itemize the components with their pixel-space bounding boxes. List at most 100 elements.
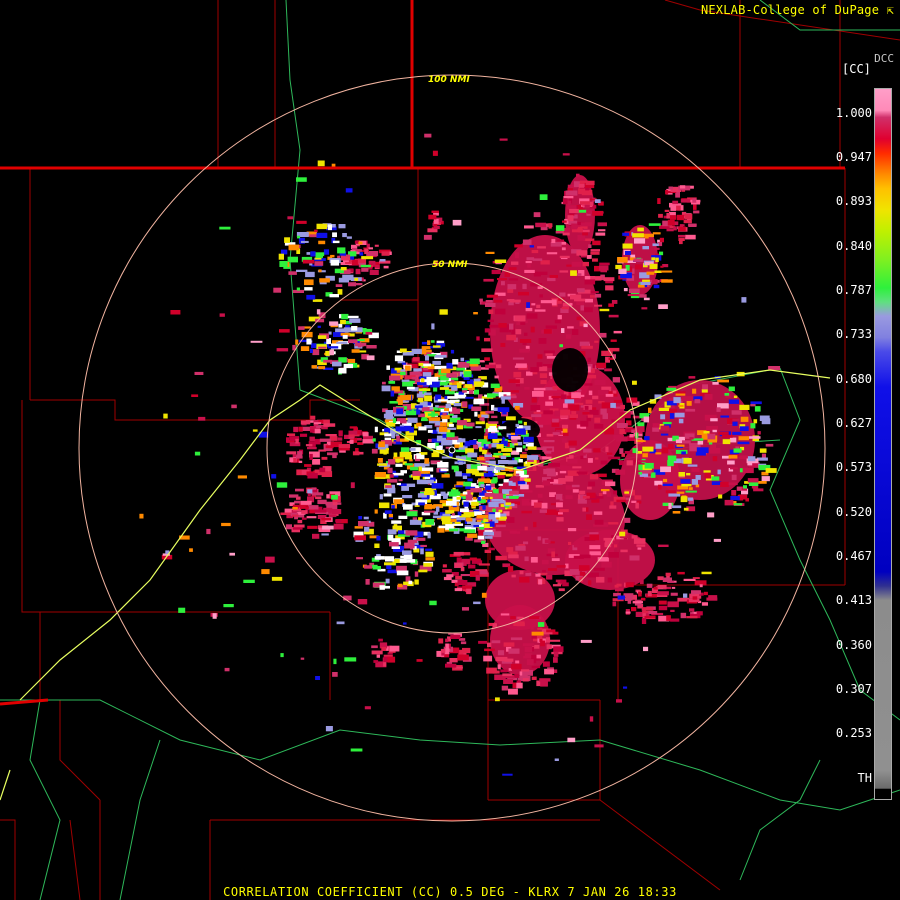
echo-cell xyxy=(421,417,427,421)
echo-cell xyxy=(332,240,340,244)
echo-cell xyxy=(584,307,593,313)
echo-cell xyxy=(515,329,522,335)
echo-cell xyxy=(354,535,366,541)
echo-cell xyxy=(509,323,514,330)
echo-cell xyxy=(323,423,336,427)
echo-cell xyxy=(388,380,396,384)
echo-cell xyxy=(588,390,593,396)
echo-cell xyxy=(615,588,624,592)
echo-cell xyxy=(337,437,343,441)
echo-cell xyxy=(553,652,559,657)
echo-cell xyxy=(526,659,534,665)
echo-cell xyxy=(559,470,567,474)
echo-cell xyxy=(328,514,337,518)
echo-cell xyxy=(632,233,644,238)
echo-cell xyxy=(559,292,566,297)
echo-cell xyxy=(495,697,500,702)
echo-cell xyxy=(633,258,643,262)
echo-cell xyxy=(660,425,670,431)
echo-cell xyxy=(704,472,712,479)
echo-cell xyxy=(631,535,638,539)
echo-cell xyxy=(338,224,346,229)
radar-map[interactable]: 100 NMI 50 NMI xyxy=(0,0,900,900)
echo-cell xyxy=(605,393,614,397)
echo-cell xyxy=(753,419,758,424)
echo-cell xyxy=(401,379,410,382)
echo-cell xyxy=(393,524,398,529)
echo-cell xyxy=(670,405,675,409)
echo-cell xyxy=(457,511,462,516)
echo-cell xyxy=(309,348,313,353)
echo-cell xyxy=(539,373,548,378)
echo-cell xyxy=(391,520,402,524)
echo-cell xyxy=(619,448,624,454)
echo-cell xyxy=(584,405,589,410)
echo-cell xyxy=(677,571,685,575)
echo-cell xyxy=(463,512,475,517)
echo-cell xyxy=(728,482,738,486)
echo-cell xyxy=(297,235,301,239)
echo-cell xyxy=(515,423,519,427)
echo-cell xyxy=(416,422,422,427)
echo-cell xyxy=(338,448,350,451)
echo-cell xyxy=(293,458,297,463)
echo-cell xyxy=(522,283,527,290)
echo-cell xyxy=(523,436,534,443)
echo-cell xyxy=(252,429,258,432)
echo-cell xyxy=(405,410,417,416)
echo-cell xyxy=(636,544,646,547)
echo-cell xyxy=(631,607,637,612)
echo-cell xyxy=(296,269,308,272)
echo-cell xyxy=(514,365,527,368)
echo-cell xyxy=(462,401,468,408)
echo-cell xyxy=(314,428,321,434)
echo-cell xyxy=(506,416,516,421)
legend-tick: 0.840 xyxy=(835,239,872,253)
echo-cell xyxy=(571,261,582,267)
legend-tick: 0.733 xyxy=(835,327,872,341)
echo-cell xyxy=(530,405,541,411)
echo-cell xyxy=(424,504,432,510)
echo-cell xyxy=(333,523,344,530)
echo-cell xyxy=(578,226,583,231)
echo-cell xyxy=(683,219,692,224)
echo-cell xyxy=(609,505,617,509)
echo-cell xyxy=(733,395,738,398)
echo-cell xyxy=(454,563,463,568)
echo-cell xyxy=(315,252,325,257)
echo-cell xyxy=(530,326,535,333)
echo-cell xyxy=(737,441,750,445)
echo-cell xyxy=(508,480,513,486)
echo-cell xyxy=(642,246,649,250)
echo-cell xyxy=(515,473,520,476)
echo-cell xyxy=(325,350,330,356)
echo-cell xyxy=(750,423,756,429)
echo-cell xyxy=(536,362,543,367)
echo-cell xyxy=(658,544,669,547)
echo-cell xyxy=(675,439,682,444)
echo-cell xyxy=(570,473,578,476)
echo-cell xyxy=(567,458,578,464)
echo-cell xyxy=(519,339,532,343)
echo-cell xyxy=(582,507,586,512)
echo-cell xyxy=(549,275,558,278)
radar-viewer: 100 NMI 50 NMI NEXLAB-College of DuPage … xyxy=(0,0,900,900)
echo-cell xyxy=(306,516,317,519)
echo-cell xyxy=(425,551,434,557)
echo-cell xyxy=(559,270,569,273)
echo-cell xyxy=(342,335,348,339)
echo-cell xyxy=(292,507,298,510)
echo-cell xyxy=(441,414,450,420)
echo-cell xyxy=(366,345,377,349)
echo-cell xyxy=(348,282,356,287)
echo-cell xyxy=(358,241,363,245)
echo-cell xyxy=(582,495,590,499)
echo-cell xyxy=(336,621,345,625)
echo-cell xyxy=(738,436,749,441)
echo-cell xyxy=(692,577,700,580)
echo-cell xyxy=(557,314,562,320)
echo-cell xyxy=(588,481,596,487)
echo-cell xyxy=(660,270,673,273)
echo-cell xyxy=(400,369,406,372)
echo-cell xyxy=(414,579,419,585)
